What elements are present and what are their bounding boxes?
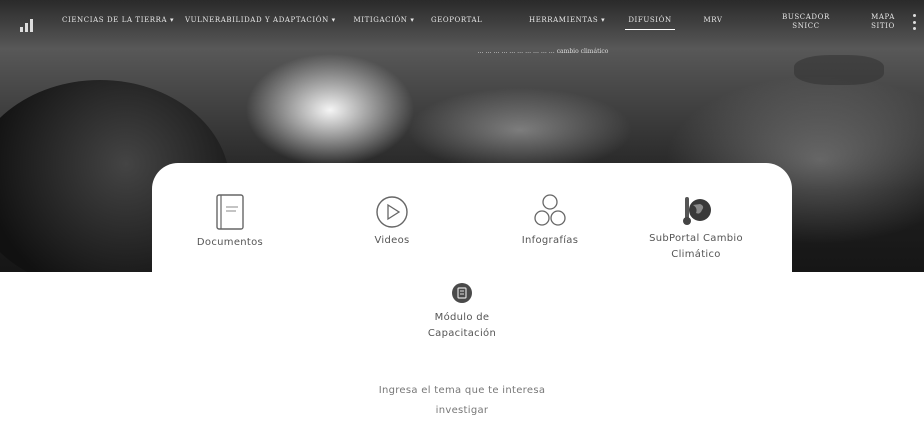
book-icon [216,194,244,230]
more-menu-icon[interactable] [910,14,918,30]
nav-item-mapa-sitio[interactable]: MAPA SITIO [868,13,898,31]
tile-label: Videos [374,235,410,246]
logo-icon[interactable] [20,14,38,32]
training-module-icon [452,283,472,303]
circles-icon [534,194,566,226]
search-prompt: Ingresa el tema que te interesa investig… [378,385,546,416]
nav-item-geoportal[interactable]: GEOPORTAL [431,16,482,25]
nav-item-difusion[interactable]: DIFUSIÓN [625,16,675,30]
nav-item-herramientas[interactable]: HERRAMIENTAS ▾ [529,16,605,25]
tile-documentos[interactable]: Documentos [180,193,280,251]
nav-item-ciencias-de-la-tierra[interactable]: CIENCIAS DE LA TIERRA ▾ [62,16,174,25]
play-icon [376,196,408,228]
tile-label: Módulo de Capacitación [427,312,497,339]
nav-item-vulnerabilidad-y-adaptacion[interactable]: VULNERABILIDAD Y ADAPTACIÓN ▾ [185,16,335,25]
tile-videos[interactable]: Videos [352,195,432,249]
tile-label: Infografías [521,235,579,246]
thermometer-globe-icon [683,197,711,225]
hero-caption: … … … … … … … … … … cambio climático [477,48,609,55]
hero-rock-shape [794,55,884,85]
tile-subportal-cambio-climatico[interactable]: SubPortal Cambio Climático [630,195,762,263]
tile-label: Documentos [196,237,264,248]
tile-modulo-de-capacitacion[interactable]: Módulo de Capacitación [405,282,519,342]
top-navigation: CIENCIAS DE LA TIERRA ▾ VULNERABILIDAD Y… [0,0,924,48]
nav-item-buscador-snicc[interactable]: BUSCADOR SNICC [780,13,832,31]
tile-label: SubPortal Cambio Climático [649,233,743,260]
nav-item-mrv[interactable]: MRV [701,16,725,25]
tile-infografias[interactable]: Infografías [502,193,598,249]
nav-item-mitigacion[interactable]: MITIGACIÓN ▾ [352,16,416,25]
